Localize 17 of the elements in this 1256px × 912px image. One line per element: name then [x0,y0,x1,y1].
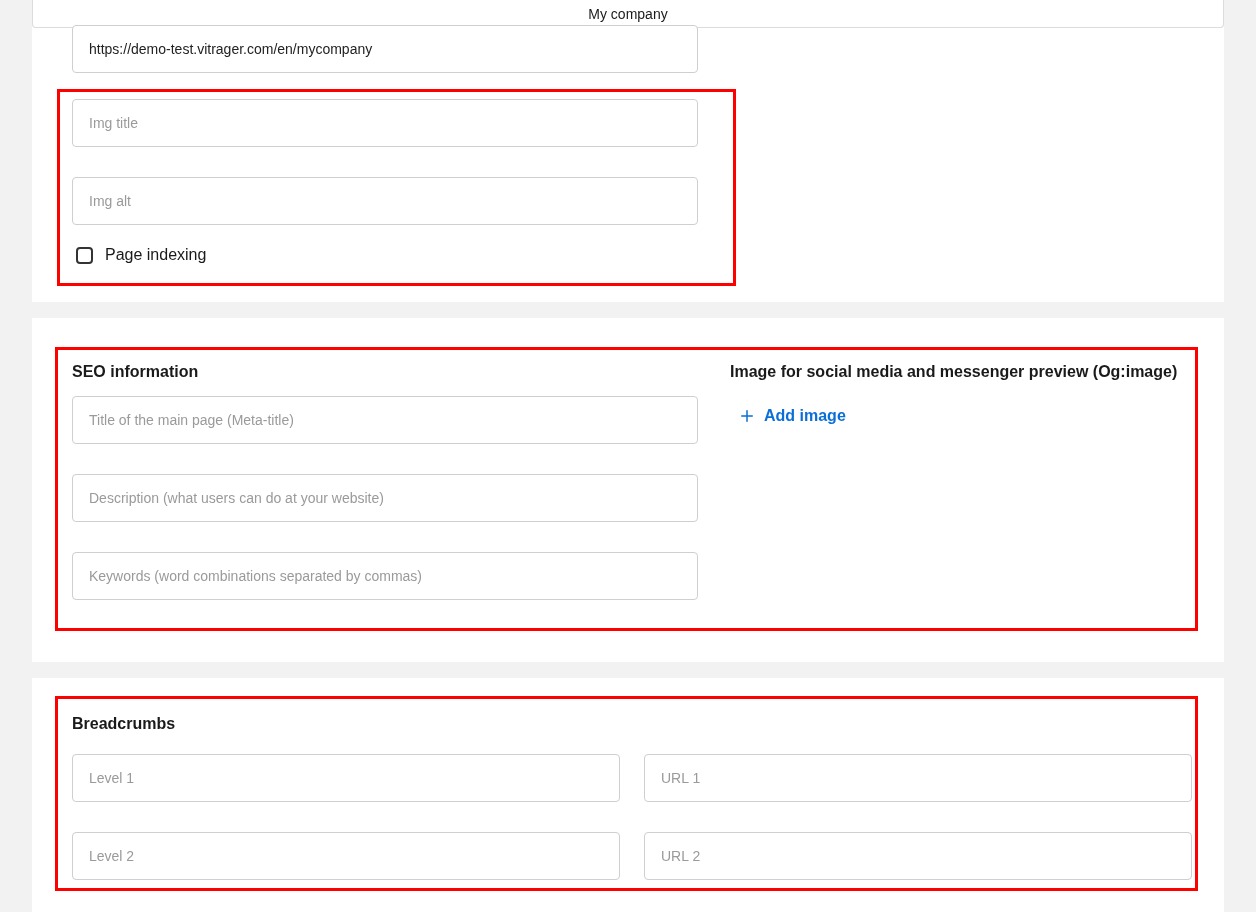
input-field[interactable]: Keywords (word combinations separated by commas) [72,552,698,600]
add-image-button[interactable]: Add image [730,404,846,428]
section-heading: Image for social media and messenger preview (Og:image) [730,362,1178,382]
section-heading: Breadcrumbs [72,714,177,734]
checkbox[interactable]: Page indexing [72,243,733,267]
input-field[interactable]: Img title [72,99,698,147]
input-field[interactable]: Level 1 [72,754,620,802]
section-heading: SEO information [72,362,200,378]
input-field[interactable]: Title of the main page (Meta-title) [72,396,698,444]
input-field[interactable]: Description (what users can do at your website) [72,474,698,522]
input-field[interactable]: https://demo-test.vitrager.com/en/mycompany [72,25,698,73]
input-field[interactable]: URL 1 [644,754,1192,802]
input-field[interactable]: URL 2 [644,832,1192,880]
input-field[interactable]: Level 2 [72,832,620,880]
plus-icon [738,407,756,425]
checkbox-box[interactable] [76,246,93,264]
input-field[interactable]: Img alt [72,177,698,225]
